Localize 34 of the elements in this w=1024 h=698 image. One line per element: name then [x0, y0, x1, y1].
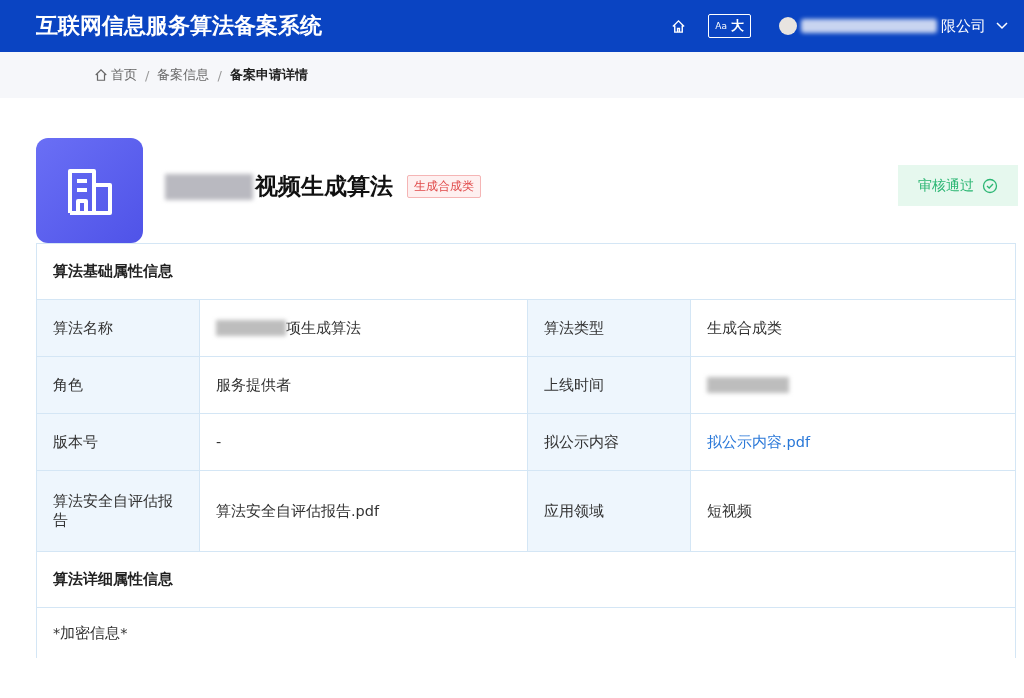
field-value: - [216, 434, 222, 450]
field-value: 算法安全自评估报告.pdf [216, 501, 380, 521]
avatar[interactable] [779, 17, 797, 35]
field-label: 上线时间 [528, 357, 691, 413]
system-title: 互联网信息服务算法备案系统 [36, 12, 323, 40]
field-label: 拟公示内容 [528, 414, 691, 470]
status-badge: 审核通过 [898, 165, 1018, 206]
home-icon[interactable] [671, 18, 687, 34]
company-name[interactable]: 限公司 [941, 16, 986, 36]
building-icon [36, 138, 143, 243]
breadcrumb-link[interactable]: 备案信息 [157, 66, 210, 84]
field-label: 应用领域 [528, 471, 691, 551]
field-label: 角色 [37, 357, 200, 413]
field-label: 版本号 [37, 414, 200, 470]
breadcrumb-separator: / [217, 67, 222, 83]
font-size-button[interactable]: Aa 大 [708, 14, 751, 38]
category-tag: 生成合成类 [407, 175, 481, 198]
check-circle-icon [982, 177, 998, 194]
file-link[interactable]: 拟公示内容.pdf [707, 432, 811, 452]
field-label: 算法安全自评估报告 [37, 471, 200, 551]
breadcrumb-separator: / [145, 67, 150, 83]
field-label: 算法类型 [528, 300, 691, 356]
breadcrumb-link[interactable]: 首页 [94, 66, 137, 84]
section-title: 算法详细属性信息 [37, 552, 1015, 608]
chevron-down-icon[interactable] [996, 22, 1008, 30]
field-value: 服务提供者 [216, 375, 291, 395]
home-icon [94, 68, 108, 82]
field-label: 算法名称 [37, 300, 200, 356]
field-value: 短视频 [707, 501, 752, 521]
encrypted-note: *加密信息* [52, 623, 129, 643]
breadcrumb-current: 备案申请详情 [229, 66, 308, 84]
algorithm-name: 视频生成算法 [255, 172, 393, 201]
field-value: 生成合成类 [707, 318, 782, 338]
field-value: 项生成算法 [286, 318, 361, 338]
